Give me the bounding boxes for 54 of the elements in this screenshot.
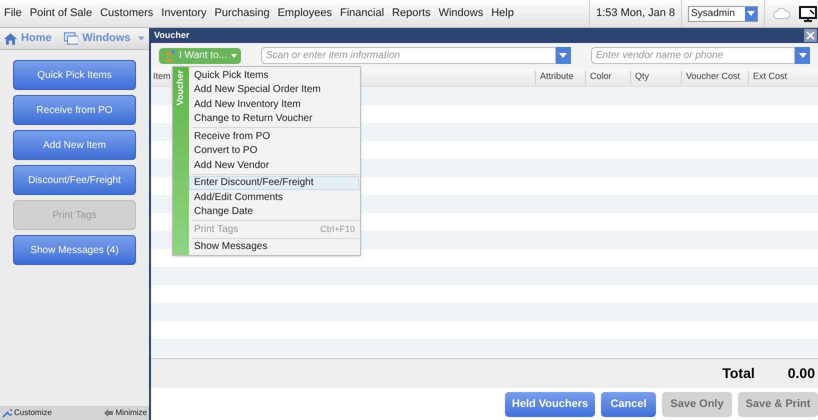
caret-icon bbox=[559, 53, 568, 58]
item-search-field[interactable]: Scan or enter item information bbox=[261, 47, 556, 64]
menu-item[interactable]: Windows bbox=[434, 5, 488, 22]
dropdown-button[interactable] bbox=[795, 47, 810, 64]
clock: 1:53 Mon, Jan 8 bbox=[589, 0, 682, 27]
menu-item[interactable]: Show Messages bbox=[189, 240, 359, 254]
user-dropdown[interactable]: Sysadmin bbox=[688, 6, 758, 22]
menu-item[interactable]: Add New Inventory Item bbox=[189, 97, 359, 112]
menu-item[interactable]: Inventory bbox=[157, 5, 211, 22]
sidebar-button[interactable]: Show Messages (4) bbox=[13, 235, 136, 265]
menu-item[interactable]: Point of Sale bbox=[26, 5, 96, 22]
monitor-icon[interactable] bbox=[799, 6, 817, 22]
menu-item[interactable]: Reports bbox=[388, 5, 435, 22]
menu-item[interactable]: Financial bbox=[336, 5, 388, 22]
menu-item[interactable]: Purchasing bbox=[210, 5, 274, 22]
menu-item[interactable]: Customers bbox=[96, 5, 158, 22]
column-header[interactable]: Item bbox=[153, 70, 171, 84]
menu-item[interactable]: Add/Edit Comments bbox=[189, 190, 359, 204]
menu-item[interactable]: Convert to PO bbox=[189, 144, 359, 158]
vendor-search-field[interactable]: Enter vendor name or phone bbox=[590, 47, 795, 64]
menu-item[interactable]: Employees bbox=[274, 5, 336, 22]
menu-item[interactable]: Help bbox=[487, 5, 518, 22]
menu-item[interactable]: Change Date bbox=[189, 204, 359, 219]
column-header[interactable]: Voucher Cost bbox=[686, 70, 740, 84]
close-button[interactable] bbox=[804, 29, 817, 42]
caret-icon bbox=[798, 53, 806, 58]
menu-item[interactable]: Change to Return Voucher bbox=[189, 112, 359, 126]
menu-item[interactable]: Add New Special Order Item bbox=[189, 82, 359, 97]
caret-icon bbox=[230, 54, 237, 58]
customize-button[interactable]: Customize bbox=[14, 407, 52, 419]
total-label: Total bbox=[722, 364, 755, 383]
menu-item[interactable]: Quick Pick Items bbox=[189, 68, 359, 82]
menu-item[interactable]: Add New Vendor bbox=[189, 158, 359, 172]
menu-side-label: Voucher bbox=[174, 70, 186, 106]
column-header[interactable]: Ext Cost bbox=[753, 70, 788, 84]
home-icon bbox=[4, 32, 18, 46]
sidebar-button[interactable]: Discount/Fee/Freight bbox=[13, 165, 136, 195]
person-icon bbox=[163, 50, 175, 62]
shortcut-label: Ctrl+F10 bbox=[320, 222, 355, 236]
total-value: 0.00 bbox=[788, 364, 815, 383]
window-title: Voucher bbox=[154, 28, 190, 42]
column-header[interactable]: Color bbox=[590, 70, 612, 84]
menu-item[interactable]: File bbox=[0, 5, 26, 22]
menu-item[interactable]: Enter Discount/Fee/Freight bbox=[189, 176, 359, 190]
caret-icon bbox=[138, 36, 145, 41]
left-arrow-icon bbox=[104, 409, 114, 417]
column-header[interactable]: Qty bbox=[635, 70, 650, 84]
dropdown-button[interactable] bbox=[556, 47, 571, 64]
column-header[interactable]: Attribute bbox=[540, 70, 574, 84]
windows-icon bbox=[64, 31, 78, 46]
menu-item[interactable]: Receive from PO bbox=[189, 129, 359, 144]
cloud-icon bbox=[773, 8, 791, 19]
wrench-icon bbox=[2, 408, 12, 418]
minimize-button[interactable]: Minimize bbox=[115, 407, 147, 419]
